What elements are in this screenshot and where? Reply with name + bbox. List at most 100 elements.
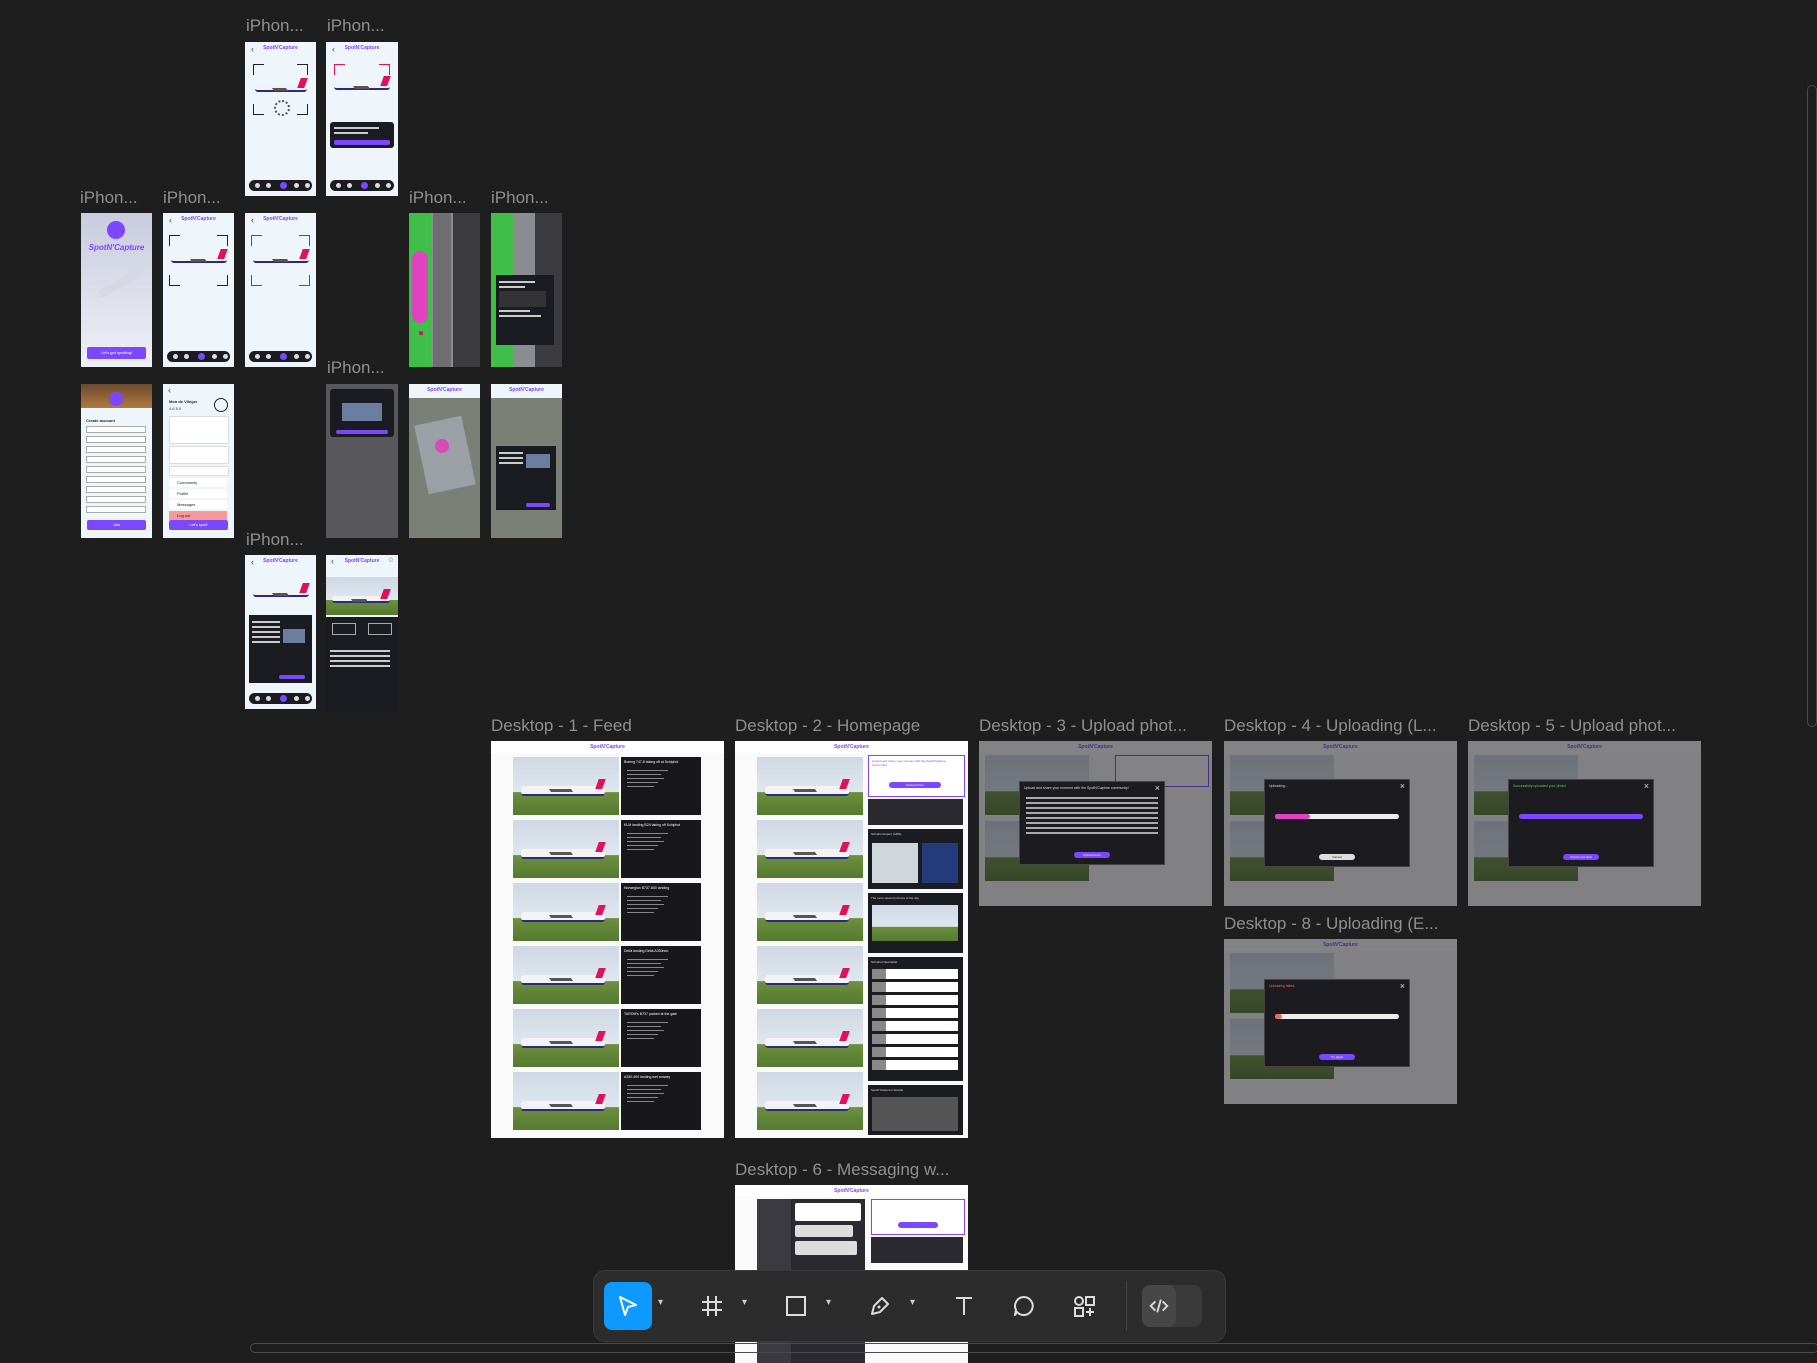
bottom-nav[interactable] (249, 180, 312, 191)
bottom-nav[interactable] (330, 180, 394, 191)
frame-label[interactable]: Desktop - 8 - Uploading (E... (1224, 914, 1456, 934)
newsletter-row[interactable] (872, 995, 958, 1005)
desktop-homepage-frame[interactable]: SpotN'Capture Upload and share your mome… (735, 741, 968, 1138)
close-icon[interactable]: × (1400, 781, 1405, 791)
iphone-frame-map-runway[interactable]: ● (409, 213, 480, 367)
post-photo[interactable] (513, 1072, 619, 1130)
iphone-frame-satellite-map[interactable]: SpotN'Capture (409, 384, 480, 538)
frame-label[interactable]: iPhon... (491, 188, 559, 208)
pen-tool-button[interactable] (856, 1282, 904, 1330)
newsletter-row[interactable] (872, 1047, 958, 1057)
cancel-button[interactable]: Cancel (1319, 854, 1355, 860)
dev-mode-toggle[interactable] (1142, 1285, 1202, 1327)
iphone-frame-create-account[interactable]: Create account Join (81, 384, 152, 538)
post-photo[interactable] (757, 1009, 863, 1067)
frame-label[interactable]: iPhon... (163, 188, 231, 208)
chevron-down-icon[interactable]: ▾ (910, 1297, 915, 1308)
menu-item-community[interactable]: Community (169, 478, 227, 487)
close-icon[interactable]: × (1400, 981, 1405, 991)
frame-label[interactable]: Desktop - 4 - Uploading (L... (1224, 716, 1456, 736)
upload-button[interactable] (336, 430, 388, 434)
iphone-frame-map-popup[interactable] (491, 213, 562, 367)
frame-label[interactable]: iPhon... (246, 530, 314, 550)
menu-item-messages[interactable]: Messages (169, 500, 227, 509)
upload-photo-button[interactable]: Upload photo (889, 782, 941, 788)
try-again-button[interactable]: Try again (1319, 1054, 1355, 1060)
iphone-frame-profile[interactable]: ‹ Mon de Vlieger 4.6 5.0 Community Profi… (163, 384, 234, 538)
result-button[interactable] (334, 140, 390, 145)
iphone-frame-upload-modal[interactable] (326, 384, 398, 538)
move-tool-button[interactable] (604, 1282, 652, 1330)
bottom-nav[interactable] (167, 351, 230, 362)
close-icon[interactable]: × (1644, 781, 1649, 791)
upload-photo-button[interactable] (898, 1222, 938, 1228)
avatar[interactable] (214, 398, 228, 412)
star-icon[interactable]: ☆ (388, 556, 394, 564)
post-photo[interactable] (757, 820, 863, 878)
card-button[interactable] (279, 675, 305, 679)
post-photo[interactable] (757, 757, 863, 815)
frame-label[interactable]: Desktop - 6 - Messaging w... (735, 1160, 967, 1180)
frame-label[interactable]: iPhon... (327, 358, 395, 378)
vertical-scrollbar[interactable] (1807, 85, 1817, 727)
newsletter-row[interactable] (872, 982, 958, 992)
iphone-frame-scan-details[interactable]: ‹ SpotN'Capture (245, 555, 316, 709)
text-tool-button[interactable] (940, 1282, 988, 1330)
post-photo[interactable] (513, 1009, 619, 1067)
post-photo[interactable] (757, 1072, 863, 1130)
desktop-feed-frame[interactable]: SpotN'Capture Boeing 747-8 taking off at… (491, 741, 724, 1138)
iphone-frame-splash[interactable]: SpotN'Capture Let's get spotting! (81, 213, 152, 367)
chevron-down-icon[interactable]: ▾ (658, 1297, 663, 1308)
desktop-upload-failed-frame[interactable]: SpotN'Capture × Uploading failed... Try … (1224, 939, 1457, 1104)
signup-form[interactable] (86, 426, 146, 516)
frame-label[interactable]: iPhon... (80, 188, 148, 208)
frame-tool-button[interactable] (688, 1282, 736, 1330)
desktop-upload-success-frame[interactable]: SpotN'Capture × Successfully uploaded yo… (1468, 741, 1701, 906)
post-photo[interactable] (513, 883, 619, 941)
post-photo[interactable] (757, 946, 863, 1004)
upload-submit-button[interactable]: Upload photo (1074, 852, 1110, 858)
menu-item-profile[interactable]: Profile (169, 489, 227, 498)
splash-start-button[interactable]: Let's get spotting! (87, 347, 146, 359)
frame-label[interactable]: Desktop - 3 - Upload phot... (979, 716, 1211, 736)
lets-spot-button[interactable]: Let's spot! (169, 520, 228, 530)
newsletter-row[interactable] (872, 969, 958, 979)
frame-label[interactable]: iPhon... (327, 16, 395, 36)
popup-button[interactable] (526, 503, 550, 507)
desktop-upload-frame[interactable]: SpotN'Capture × Upload and share your mo… (979, 741, 1212, 906)
post-photo[interactable] (757, 883, 863, 941)
frame-label[interactable]: iPhon... (409, 188, 477, 208)
chevron-down-icon[interactable]: ▾ (742, 1297, 747, 1308)
frame-label[interactable]: Desktop - 5 - Upload phot... (1468, 716, 1700, 736)
iphone-frame-scan-loading[interactable]: ‹ SpotN'Capture (245, 42, 316, 196)
post-photo[interactable] (513, 946, 619, 1004)
shape-tool-button[interactable] (772, 1282, 820, 1330)
design-canvas[interactable]: iPhon... iPhon... iPhon... iPhon... iPho… (0, 0, 1817, 1363)
chevron-down-icon[interactable]: ▾ (826, 1297, 831, 1308)
newsletter-row[interactable] (872, 1060, 958, 1070)
close-icon[interactable]: × (1155, 783, 1160, 793)
iphone-frame-flight-detail[interactable]: ‹ SpotN'Capture ☆ (326, 555, 398, 713)
frame-label[interactable]: iPhon... (246, 16, 314, 36)
iphone-frame-camera-detect[interactable]: ‹ SpotN'Capture (245, 213, 316, 367)
assets-tool-button[interactable] (1060, 1282, 1108, 1330)
newsletter-row[interactable] (872, 1034, 958, 1044)
post-photo[interactable] (513, 757, 619, 815)
menu-item-logout[interactable]: Log out (169, 511, 227, 520)
frame-label[interactable]: Desktop - 2 - Homepage (735, 716, 965, 736)
comment-tool-button[interactable] (1000, 1282, 1048, 1330)
iphone-frame-camera[interactable]: ‹ SpotN'Capture (163, 213, 234, 367)
newsletter-row[interactable] (872, 1008, 958, 1018)
profile-menu[interactable]: Community Profile Messages Log out (169, 478, 227, 522)
check-feed-button[interactable]: Check your feed (1563, 854, 1599, 860)
newsletter-row[interactable] (872, 1021, 958, 1031)
plane-marker-icon[interactable] (435, 439, 449, 453)
desktop-uploading-frame[interactable]: SpotN'Capture × Uploading... Cancel (1224, 741, 1457, 906)
frame-label[interactable]: Desktop - 1 - Feed (491, 716, 721, 736)
iphone-frame-scan-result[interactable]: ‹ SpotN'Capture (326, 42, 398, 196)
iphone-frame-satellite-popup[interactable]: SpotN'Capture (491, 384, 562, 538)
join-button[interactable]: Join (87, 520, 146, 530)
bottom-nav[interactable] (249, 693, 312, 704)
horizontal-scrollbar[interactable] (250, 1343, 1817, 1353)
post-photo[interactable] (513, 820, 619, 878)
